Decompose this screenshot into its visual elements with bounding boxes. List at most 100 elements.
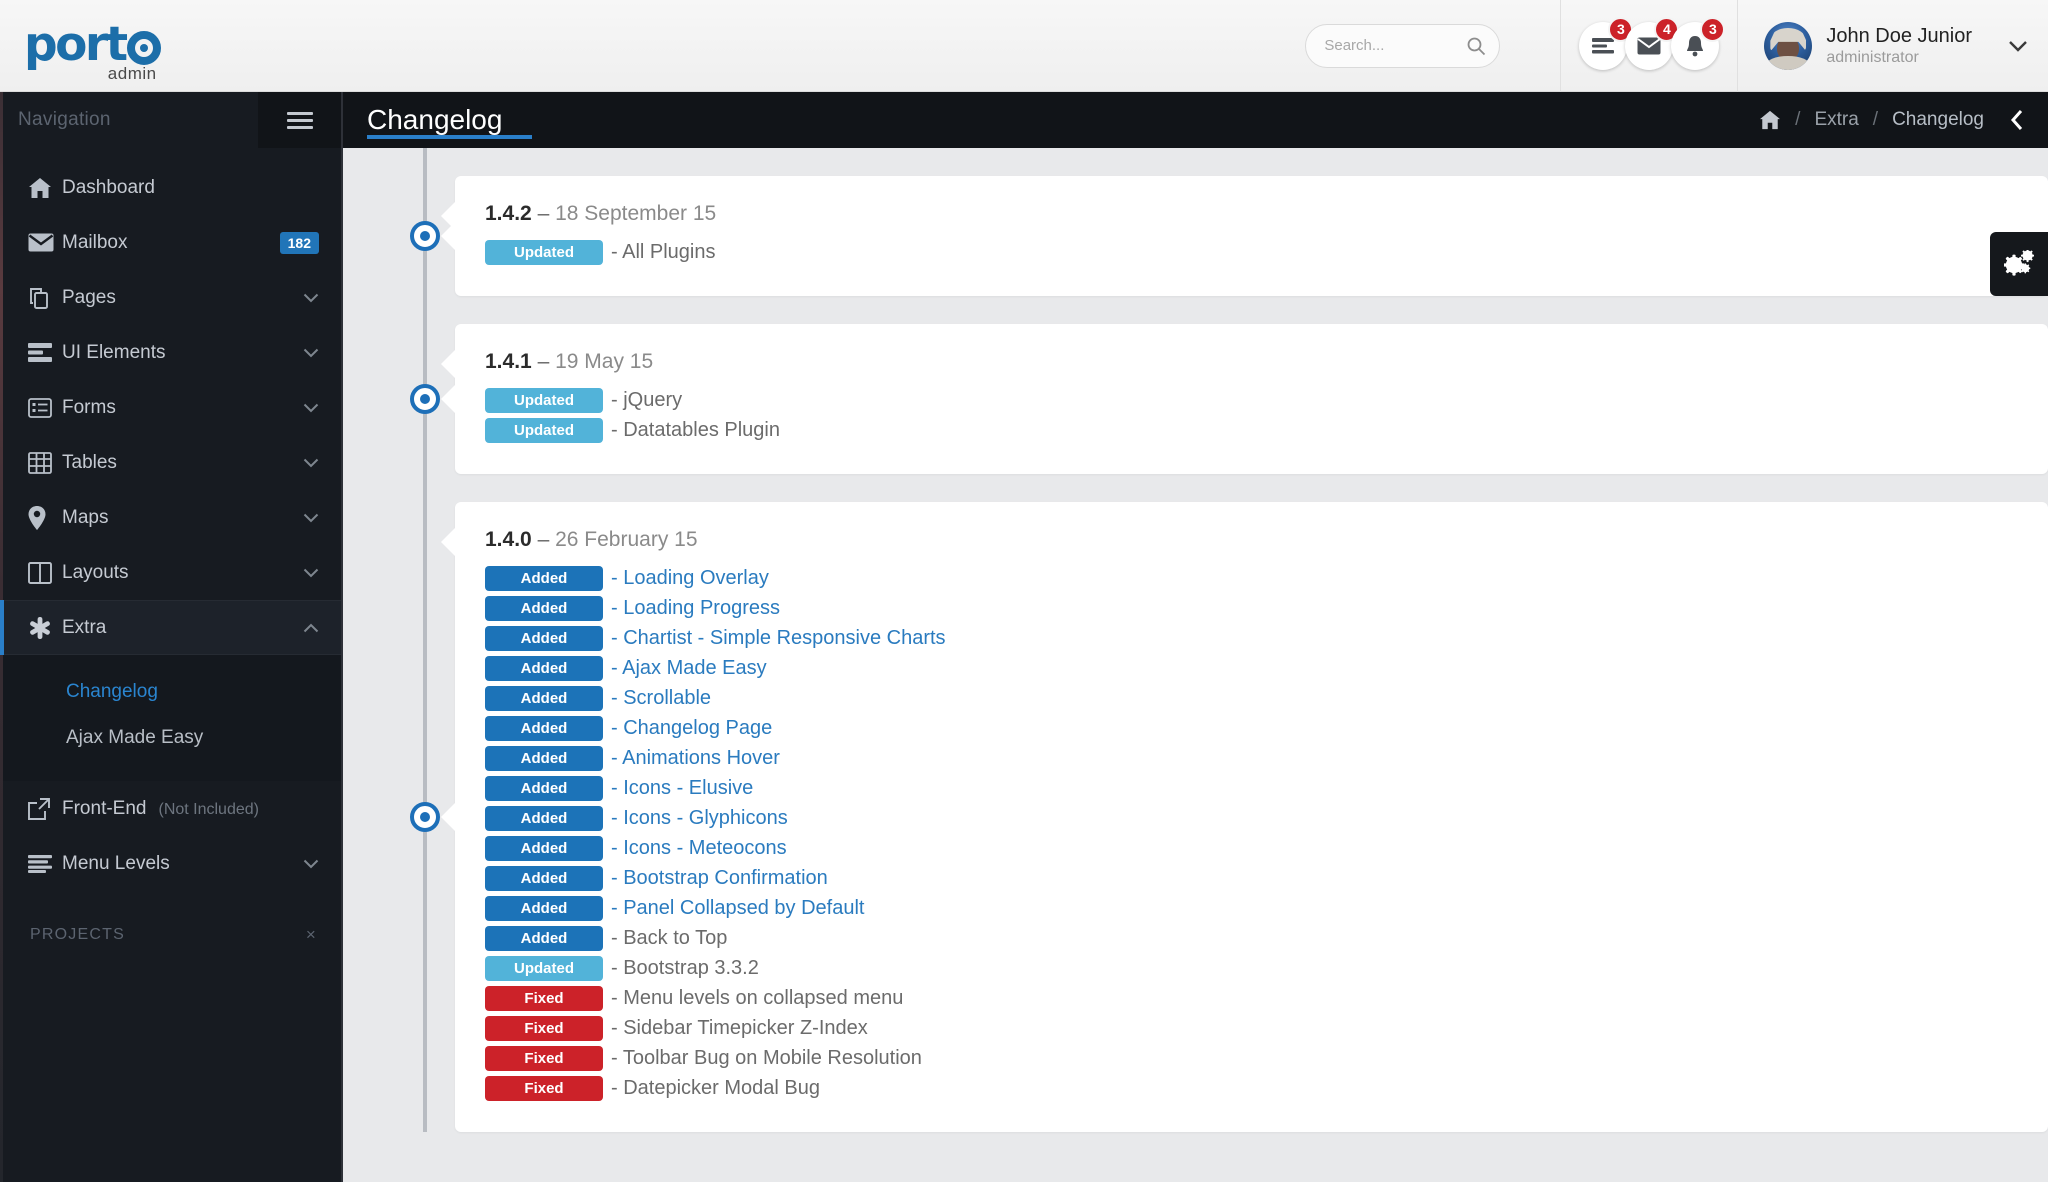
panel-arrow [441,385,455,413]
pages-icon [28,286,62,310]
changelog-item-text: - Back to Top [611,927,728,949]
alerts-badge: 3 [1700,16,1726,42]
changelog-version-header: 1.4.1 – 19 May 15 [485,350,2018,374]
sidebar-item-label: Pages [62,286,116,308]
close-icon[interactable]: × [306,925,317,945]
changelog-item-text[interactable]: - Loading Overlay [611,567,769,590]
sidebar-item-note: (Not Included) [158,800,259,818]
sidebar-item-menu-levels[interactable]: Menu Levels [0,836,341,891]
panel-arrow [441,803,455,831]
alerts-button[interactable]: 3 [1671,16,1726,70]
sidebar-item-maps[interactable]: Maps [0,490,341,545]
breadcrumb-separator: / [1872,109,1879,130]
changelog-tag-added: Added [485,776,603,801]
chevron-down-icon [303,568,319,578]
changelog-entry: 1.4.1 – 19 May 15 Updated - jQuery Updated -… [343,324,2048,474]
external-link-icon [28,797,62,820]
sidebar-submenu-extra: Changelog Ajax Made Easy [0,655,341,781]
sidebar-item-layouts[interactable]: Layouts [0,545,341,600]
chevron-down-icon [303,348,319,358]
content-scroll-area[interactable]: 1.4.2 – 18 September 15 Updated - All Plug… [343,148,2048,1182]
changelog-tag-added: Added [485,686,603,711]
changelog-item-text[interactable]: - Ajax Made Easy [611,657,767,680]
changelog-dash: – [537,202,550,225]
changelog-tag-added: Added [485,566,603,591]
brand-logo[interactable]: port admin [0,7,343,84]
sidebar-item-label: Layouts [62,561,129,583]
changelog-row: Added - Changelog Page [485,716,2018,741]
mailbox-badge: 182 [279,231,319,254]
projects-section-header: PROJECTS × [0,891,341,945]
messages-button[interactable]: 4 [1625,16,1680,70]
changelog-row: Added - Icons - Elusive [485,776,2018,801]
changelog-date: 19 May 15 [555,350,654,373]
home-icon[interactable] [1759,110,1781,130]
sidebar-item-front-end[interactable]: Front-End (Not Included) [0,781,341,836]
tasks-button[interactable]: 3 [1579,16,1634,70]
breadcrumb-item-changelog: Changelog [1892,109,1984,130]
changelog-date: 26 February 15 [555,528,698,551]
changelog-version: 1.4.2 [485,202,532,225]
sidebar-item-pages[interactable]: Pages [0,270,341,325]
changelog-item-text[interactable]: - Panel Collapsed by Default [611,897,864,920]
sidebar-item-forms[interactable]: Forms [0,380,341,435]
changelog-item-text[interactable]: - Icons - Glyphicons [611,807,788,830]
sidebar-item-ui-elements[interactable]: UI Elements [0,325,341,380]
breadcrumb-item-extra[interactable]: Extra [1814,109,1858,131]
changelog-tag-updated: Updated [485,388,603,413]
search-icon[interactable] [1466,36,1486,56]
changelog-item-text: - jQuery [611,389,683,411]
changelog-tag-added: Added [485,866,603,891]
sidebar-item-mailbox[interactable]: Mailbox 182 [0,215,341,270]
sidebar-item-tables[interactable]: Tables [0,435,341,490]
changelog-date: 18 September 15 [555,202,717,225]
layout-icon [28,561,62,584]
sidebar-subitem-changelog[interactable]: Changelog [0,669,341,715]
changelog-tag-fixed: Fixed [485,986,603,1011]
chevron-down-icon [303,859,319,869]
chevron-down-icon[interactable] [2008,40,2028,52]
changelog-item-text[interactable]: - Changelog Page [611,717,772,740]
changelog-item-text: - Toolbar Bug on Mobile Resolution [611,1047,922,1069]
chevron-left-icon[interactable] [2008,108,2026,132]
changelog-item-text[interactable]: - Chartist - Simple Responsive Charts [611,627,946,650]
changelog-dash: – [537,350,550,373]
sidebar-item-dashboard[interactable]: Dashboard [0,160,341,215]
gears-icon [2004,250,2034,278]
theme-settings-button[interactable] [1990,232,2048,296]
sidebar-toggle-button[interactable] [258,92,341,148]
sidebar-item-label: Front-End [62,797,147,819]
sidebar-item-label: Forms [62,396,116,418]
sidebar-title: Navigation [18,109,111,130]
logo-o-icon [126,31,161,65]
main-content: Changelog / Extra / Changelog 1.4.2 – 18… [343,92,2048,1182]
changelog-item-text[interactable]: - Icons - Elusive [611,777,753,800]
search-box [1305,23,1501,68]
changelog-item-text[interactable]: - Loading Progress [611,597,780,620]
changelog-tag-added: Added [485,806,603,831]
sidebar-item-label: Mailbox [62,231,128,253]
map-pin-icon [28,505,62,530]
sidebar-subitem-ajax-made-easy[interactable]: Ajax Made Easy [0,715,341,761]
changelog-item-text[interactable]: - Animations Hover [611,747,780,770]
changelog-row: Updated - All Plugins [485,240,2018,265]
changelog-row: Added - Icons - Glyphicons [485,806,2018,831]
chevron-down-icon [303,458,319,468]
user-menu[interactable]: John Doe Junior administrator [1737,0,2048,92]
timeline-dot-icon [410,221,440,251]
sidebar-nav-lower: Front-End (Not Included) Menu Levels [0,781,341,891]
home-icon [28,177,62,199]
changelog-item-text[interactable]: - Scrollable [611,687,711,710]
asterisk-icon [28,616,62,640]
sidebar-nav: Dashboard Mailbox 182 Pages UI Elements … [0,160,341,655]
changelog-row: Added - Panel Collapsed by Default [485,896,2018,921]
changelog-panel: 1.4.1 – 19 May 15 Updated - jQuery Updated -… [441,324,2048,474]
sidebar-item-extra[interactable]: Extra [0,600,341,655]
changelog-item-text[interactable]: - Bootstrap Confirmation [611,867,828,890]
changelog-timeline: 1.4.2 – 18 September 15 Updated - All Plug… [343,148,2048,1132]
timeline-dot-icon [410,802,440,832]
changelog-tag-updated: Updated [485,418,603,443]
changelog-version: 1.4.1 [485,350,532,373]
changelog-tag-added: Added [485,836,603,861]
changelog-item-text[interactable]: - Icons - Meteocons [611,837,787,860]
